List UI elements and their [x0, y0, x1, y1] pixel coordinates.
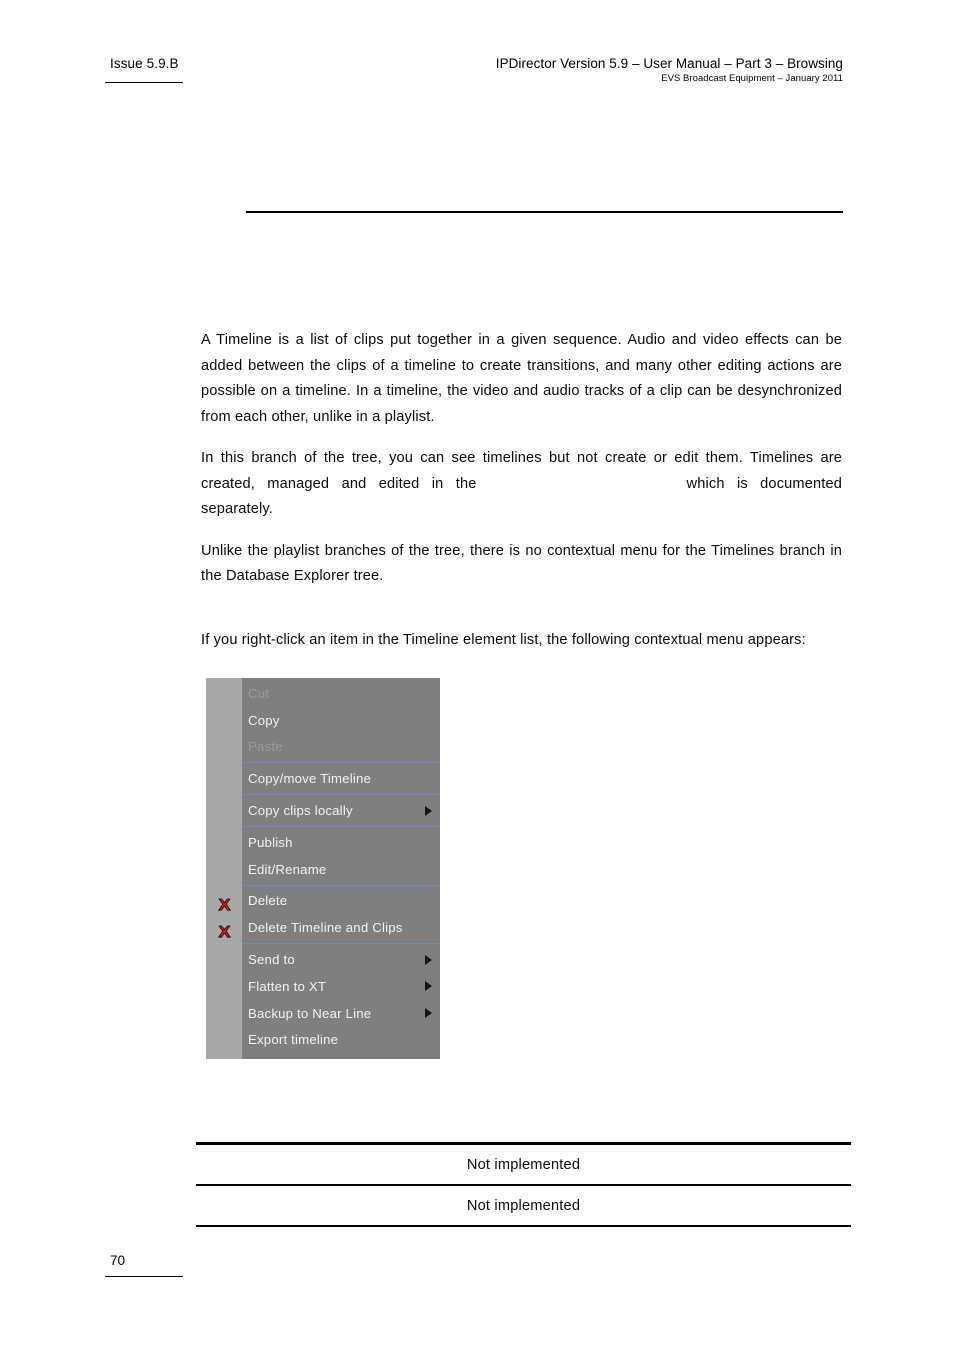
context-menu-item-flatten-to-xt[interactable]: Flatten to XT: [242, 973, 440, 1000]
context-menu-item-export-timeline[interactable]: Export timeline: [242, 1027, 440, 1054]
table-row: Not implemented: [196, 1145, 851, 1186]
table-row: Not implemented: [196, 1186, 851, 1227]
context-menu-item-backup-to-near-line[interactable]: Backup to Near Line: [242, 1000, 440, 1027]
paragraph-right-click-intro: If you right-click an item in the Timeli…: [201, 632, 806, 648]
context-menu-item-label: Delete: [248, 893, 288, 909]
header-issue-label: Issue 5.9.B: [110, 56, 179, 71]
body-text-block-upper: A Timeline is a list of clips put togeth…: [201, 328, 842, 590]
header-manual-title: IPDirector Version 5.9 – User Manual – P…: [495, 56, 843, 71]
context-menu-separator: [242, 825, 440, 827]
not-implemented-table: Not implemented Not implemented: [196, 1142, 851, 1227]
context-menu-item-copy-move-timeline[interactable]: Copy/move Timeline: [242, 765, 440, 792]
red-x-icon: [215, 896, 234, 915]
context-menu-item-label: Copy: [248, 712, 280, 728]
context-menu-icon-gutter: [206, 678, 242, 1060]
context-menu-item-label: Flatten to XT: [248, 978, 327, 994]
header-manual-subtitle: EVS Broadcast Equipment – January 2011: [661, 73, 843, 84]
submenu-arrow-icon: [425, 981, 432, 992]
context-menu-item-edit-rename[interactable]: Edit/Rename: [242, 856, 440, 883]
context-menu-item-label: Copy clips locally: [248, 803, 353, 819]
paragraph-no-contextual-menu: Unlike the playlist branches of the tree…: [201, 542, 842, 585]
paragraph-timeline-branch: In this branch of the tree, you can see …: [201, 446, 842, 523]
context-menu-item-label: Copy/move Timeline: [248, 771, 372, 787]
context-menu-item-label: Backup to Near Line: [248, 1005, 372, 1021]
context-menu-item-label: Cut: [248, 685, 270, 701]
body-text-block-lower: If you right-click an item in the Timeli…: [201, 628, 842, 654]
context-menu-item-label: Send to: [248, 952, 295, 968]
page-header: Issue 5.9.B IPDirector Version 5.9 – Use…: [0, 0, 954, 100]
context-menu-separator: [242, 884, 440, 886]
context-menu-item-publish[interactable]: Publish: [242, 829, 440, 856]
context-menu-item-cut: Cut: [242, 680, 440, 707]
context-menu-item-list[interactable]: Cut Copy Paste Copy/move Timeline Copy clips…: [242, 678, 440, 1060]
timeline-contextual-menu[interactable]: Cut Copy Paste Copy/move Timeline Copy clips…: [206, 678, 440, 1060]
context-menu-item-label: Delete Timeline and Clips: [248, 920, 403, 936]
footer-rule: [105, 1276, 183, 1277]
context-menu-item-delete[interactable]: Delete: [242, 888, 440, 915]
submenu-arrow-icon: [425, 954, 432, 965]
context-menu-item-copy-clips-locally[interactable]: Copy clips locally: [242, 797, 440, 824]
context-menu-separator: [242, 943, 440, 945]
context-menu-item-paste: Paste: [242, 734, 440, 761]
context-menu-item-send-to[interactable]: Send to: [242, 946, 440, 973]
header-issue-rule: [105, 82, 183, 83]
context-menu-item-delete-timeline-and-clips[interactable]: Delete Timeline and Clips: [242, 914, 440, 941]
context-menu-separator: [242, 794, 440, 796]
page-number: 70: [110, 1253, 126, 1268]
context-menu-item-label: Paste: [248, 739, 283, 755]
section-divider-rule: [246, 211, 843, 213]
submenu-arrow-icon: [425, 1008, 432, 1019]
context-menu-item-label: Export timeline: [248, 1032, 339, 1048]
context-menu-item-copy[interactable]: Copy: [242, 707, 440, 734]
submenu-arrow-icon: [425, 805, 432, 816]
context-menu-item-label: Edit/Rename: [248, 861, 327, 877]
context-menu-separator: [242, 762, 440, 764]
paragraph-timeline-definition: A Timeline is a list of clips put togeth…: [201, 332, 842, 425]
context-menu-bottom-padding: [242, 1053, 440, 1059]
red-x-icon: [215, 923, 234, 942]
context-menu-item-label: Publish: [248, 834, 293, 850]
